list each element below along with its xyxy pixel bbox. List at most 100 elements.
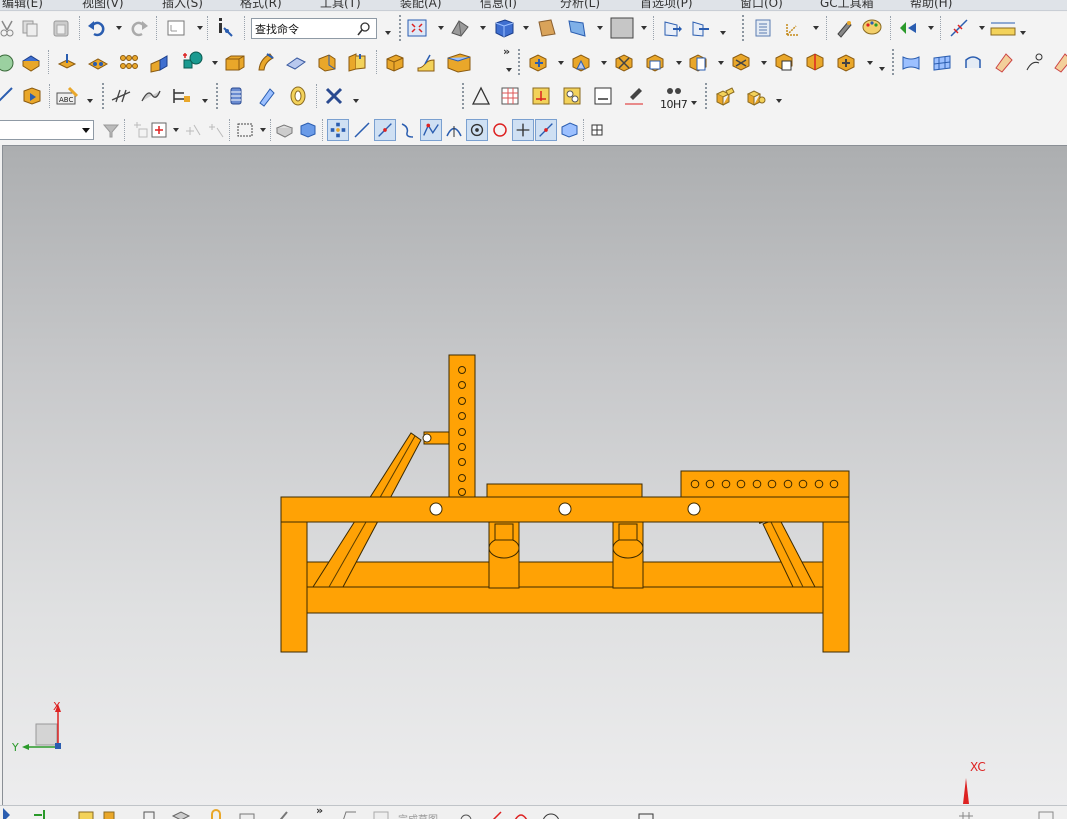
point-dropdown[interactable]: [927, 17, 934, 39]
csys-icon[interactable]: [782, 17, 804, 39]
trim-icon[interactable]: [527, 52, 549, 74]
arc-center-snap-icon[interactable]: [466, 119, 488, 141]
cut-icon[interactable]: [0, 17, 18, 39]
wcs-icon[interactable]: [661, 17, 683, 39]
sketch-icon[interactable]: [0, 85, 16, 107]
datum-icon[interactable]: [56, 51, 78, 73]
menu-item-preferences[interactable]: 首选项(P): [640, 0, 693, 10]
circle-snap-icon[interactable]: [489, 119, 511, 141]
drawing-icon[interactable]: [592, 85, 614, 107]
solid-cube-icon[interactable]: [493, 17, 515, 39]
component-dropdown[interactable]: [775, 90, 782, 112]
spring-icon[interactable]: [225, 85, 247, 107]
sweep-icon[interactable]: [254, 51, 276, 73]
bottom-select-icon[interactable]: [0, 808, 22, 819]
menu-item-view[interactable]: 视图(V): [82, 0, 124, 10]
plus-snap-icon[interactable]: [512, 119, 534, 141]
background-icon[interactable]: [609, 16, 635, 40]
intersect-snap-icon[interactable]: [374, 119, 396, 141]
graphics-viewport[interactable]: X Y XC: [2, 145, 1067, 805]
text-dropdown[interactable]: [86, 90, 93, 112]
info-icon[interactable]: [213, 16, 235, 38]
model-canvas[interactable]: X Y XC: [3, 146, 1067, 806]
layout-icon[interactable]: [165, 17, 187, 39]
bottom-line-icon[interactable]: [455, 808, 477, 819]
pattern-dropdown[interactable]: [600, 52, 607, 74]
offset-icon[interactable]: [446, 51, 472, 73]
sew-icon[interactable]: [730, 51, 752, 73]
search-icon[interactable]: [356, 21, 372, 37]
table-icon[interactable]: [499, 85, 521, 107]
mesh-surface-icon[interactable]: [931, 52, 953, 74]
bottom-sketch-icon[interactable]: [338, 808, 360, 819]
filter-icon[interactable]: [100, 119, 122, 141]
menu-item-info[interactable]: 信息(I): [480, 0, 517, 10]
mirror-icon[interactable]: [613, 52, 635, 74]
bottom-move-icon[interactable]: [138, 808, 160, 819]
ruler-dropdown[interactable]: [1019, 22, 1026, 44]
cube-dropdown[interactable]: [522, 17, 529, 39]
quadrant-snap-icon[interactable]: [443, 119, 465, 141]
line-snap-icon[interactable]: [351, 119, 373, 141]
bottom-circle-icon[interactable]: [510, 808, 532, 819]
pattern-icon[interactable]: [570, 52, 592, 74]
finish-sketch-label[interactable]: 完成草图: [398, 811, 438, 819]
split-icon[interactable]: [804, 51, 826, 73]
section-icon[interactable]: [170, 85, 192, 107]
dimension-icon[interactable]: [530, 85, 552, 107]
component-icon[interactable]: [745, 85, 767, 107]
measure-dropdown[interactable]: [978, 17, 985, 39]
fit-view-icon[interactable]: [406, 17, 428, 39]
draft-dropdown[interactable]: [675, 52, 682, 74]
menu-item-tools[interactable]: 工具(T): [320, 0, 361, 10]
bottom-rect-icon[interactable]: [635, 808, 657, 819]
bottom-grid-icon[interactable]: [370, 808, 392, 819]
menu-item-window[interactable]: 窗口(O): [740, 0, 783, 10]
point-snap-icon[interactable]: [148, 119, 170, 141]
selection-filter-select[interactable]: [0, 120, 94, 140]
bottom-window-icon[interactable]: [1035, 808, 1057, 819]
revolve-dropdown[interactable]: [211, 52, 218, 74]
bottom-assembly-icon[interactable]: [75, 808, 97, 819]
section-dropdown[interactable]: [201, 90, 208, 112]
menu-item-help[interactable]: 帮助(H): [910, 0, 952, 10]
menu-item-edit[interactable]: 编辑(E): [2, 0, 43, 10]
measure-icon[interactable]: [948, 17, 970, 39]
block-icon[interactable]: [20, 52, 42, 74]
studio-surface-icon[interactable]: [900, 52, 922, 74]
menu-item-analysis[interactable]: 分析(L): [560, 0, 600, 10]
edge-blend-icon[interactable]: [415, 52, 437, 74]
background-dropdown[interactable]: [640, 17, 647, 39]
bottom-overflow[interactable]: »: [316, 806, 323, 817]
shade-icon[interactable]: [449, 17, 471, 39]
brush-icon[interactable]: [623, 85, 645, 107]
point-snap-dropdown[interactable]: [172, 119, 179, 141]
law-icon[interactable]: [993, 51, 1015, 73]
orient-dropdown[interactable]: [596, 17, 603, 39]
sew-dropdown[interactable]: [760, 52, 767, 74]
overflow-dropdown[interactable]: [505, 59, 512, 81]
note-icon[interactable]: [561, 85, 583, 107]
extension-icon[interactable]: [962, 52, 984, 74]
overflow-button[interactable]: »: [503, 45, 510, 58]
tangent-snap-icon[interactable]: [397, 119, 419, 141]
assembly-icon[interactable]: [714, 85, 736, 107]
point-icon[interactable]: [897, 17, 919, 39]
surface-icon[interactable]: [384, 52, 406, 74]
center-snap-icon[interactable]: [420, 119, 442, 141]
ruler-icon[interactable]: [990, 17, 1016, 39]
shade-dropdown[interactable]: [479, 17, 486, 39]
face-icon[interactable]: [536, 17, 558, 39]
on-curve-snap-icon[interactable]: [535, 119, 557, 141]
undo-icon[interactable]: [86, 17, 108, 39]
palette-icon[interactable]: [861, 16, 883, 38]
snap-icon[interactable]: [689, 17, 711, 39]
bearing-icon[interactable]: [287, 85, 309, 107]
replace-face-icon[interactable]: [835, 52, 857, 74]
bottom-dim-icon[interactable]: [955, 808, 977, 819]
extrude-icon[interactable]: [148, 52, 170, 74]
row2-more-dropdown[interactable]: [878, 58, 885, 80]
bottom-view-icon[interactable]: [236, 808, 258, 819]
analysis-icon[interactable]: [1052, 51, 1067, 73]
view-orient-icon[interactable]: [566, 17, 588, 39]
